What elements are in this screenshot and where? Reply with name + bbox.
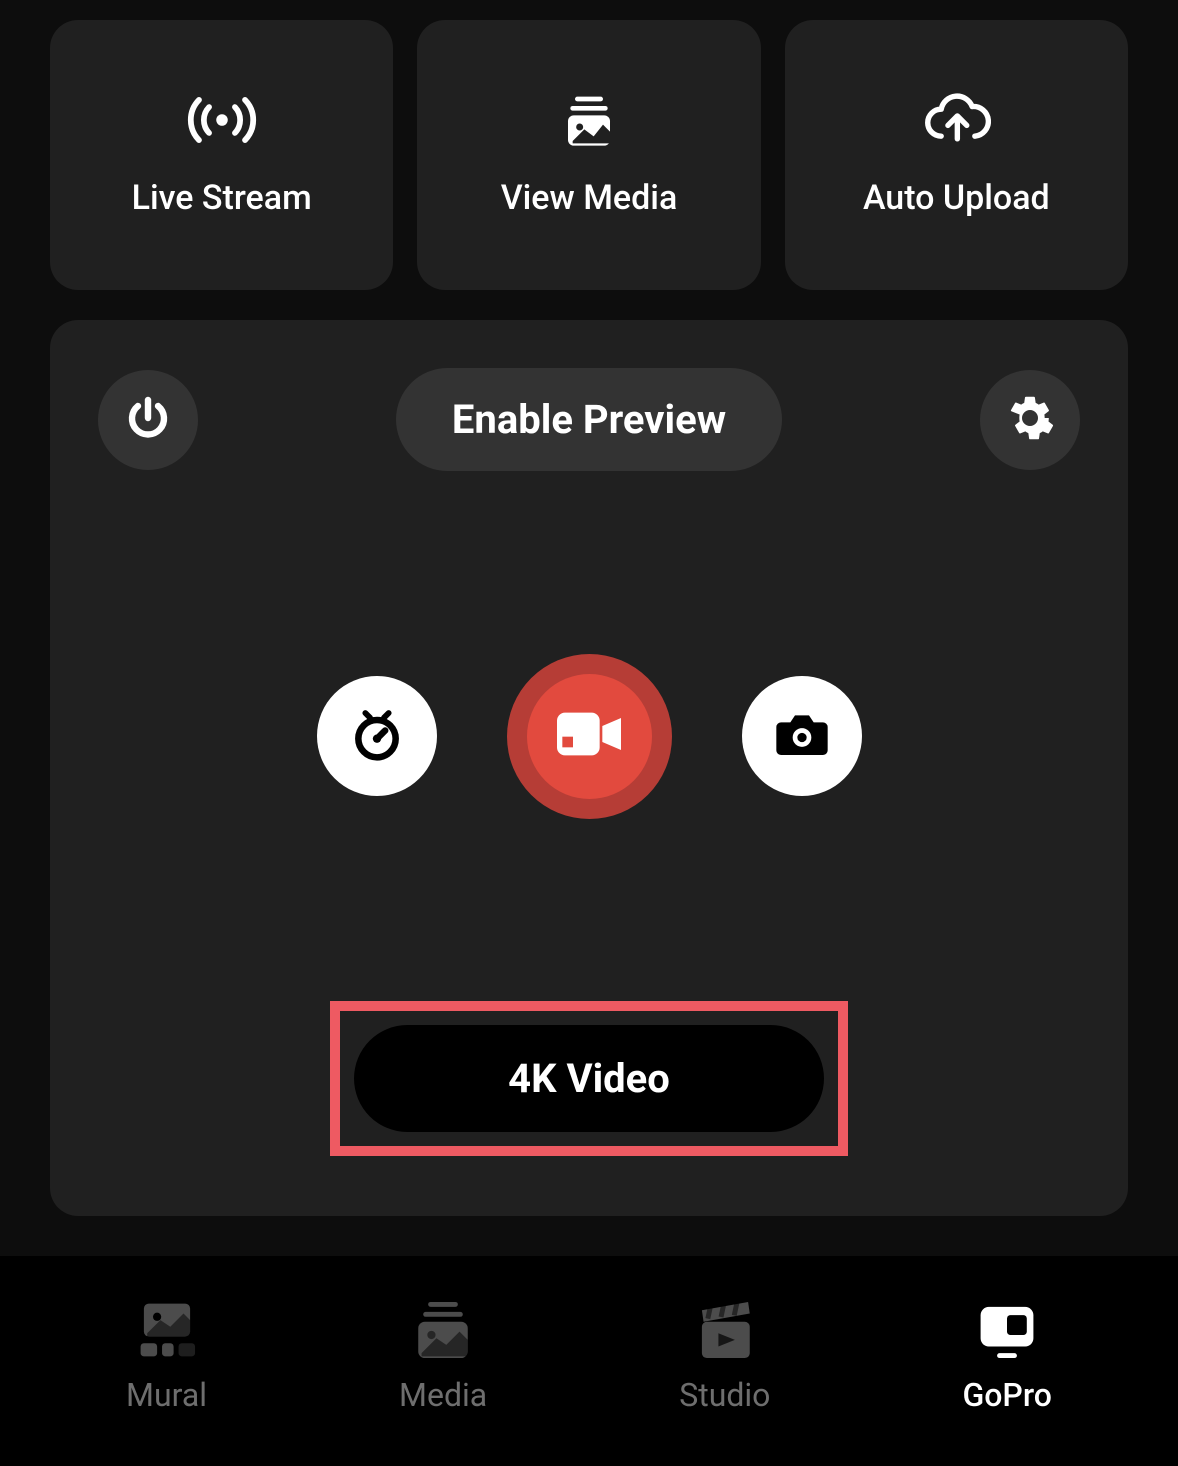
enable-preview-button[interactable]: Enable Preview [396,368,782,471]
view-media-label: View Media [501,178,678,218]
tab-gopro[interactable]: GoPro [962,1298,1051,1414]
tab-media[interactable]: Media [399,1298,487,1414]
preset-highlight-frame: 4K Video [330,1001,848,1156]
live-stream-label: Live Stream [132,178,312,218]
tab-gopro-label: GoPro [962,1376,1051,1414]
tab-media-label: Media [399,1376,487,1414]
action-cards-row: Live Stream View Media [50,20,1128,290]
video-camera-icon [557,712,621,760]
mode-buttons-row [317,654,862,819]
bottom-tab-bar: Mural Media [0,1256,1178,1466]
auto-upload-label: Auto Upload [863,178,1050,218]
tab-mural-label: Mural [126,1376,207,1414]
settings-button[interactable] [980,370,1080,470]
tab-studio-label: Studio [679,1376,770,1414]
clapperboard-icon [690,1298,760,1362]
power-icon [124,394,172,446]
live-stream-card[interactable]: Live Stream [50,20,393,290]
tab-mural[interactable]: Mural [126,1298,207,1414]
timer-icon [349,706,405,766]
video-preset-label: 4K Video [508,1055,670,1102]
tab-studio[interactable]: Studio [679,1298,770,1414]
album-icon [553,92,625,148]
video-mode-button[interactable] [507,654,672,819]
view-media-card[interactable]: View Media [417,20,760,290]
auto-upload-card[interactable]: Auto Upload [785,20,1128,290]
photo-mode-button[interactable] [742,676,862,796]
gear-icon [1006,394,1054,446]
media-stack-icon [408,1298,478,1362]
enable-preview-label: Enable Preview [452,396,726,443]
cloud-upload-icon [920,92,992,148]
timelapse-mode-button[interactable] [317,676,437,796]
video-preset-button[interactable]: 4K Video [354,1025,824,1132]
gopro-icon [972,1298,1042,1362]
power-button[interactable] [98,370,198,470]
mural-icon [132,1298,202,1362]
camera-icon [774,710,830,762]
control-panel: Enable Preview [50,320,1128,1216]
broadcast-icon [186,92,258,148]
panel-top-row: Enable Preview [98,368,1080,471]
